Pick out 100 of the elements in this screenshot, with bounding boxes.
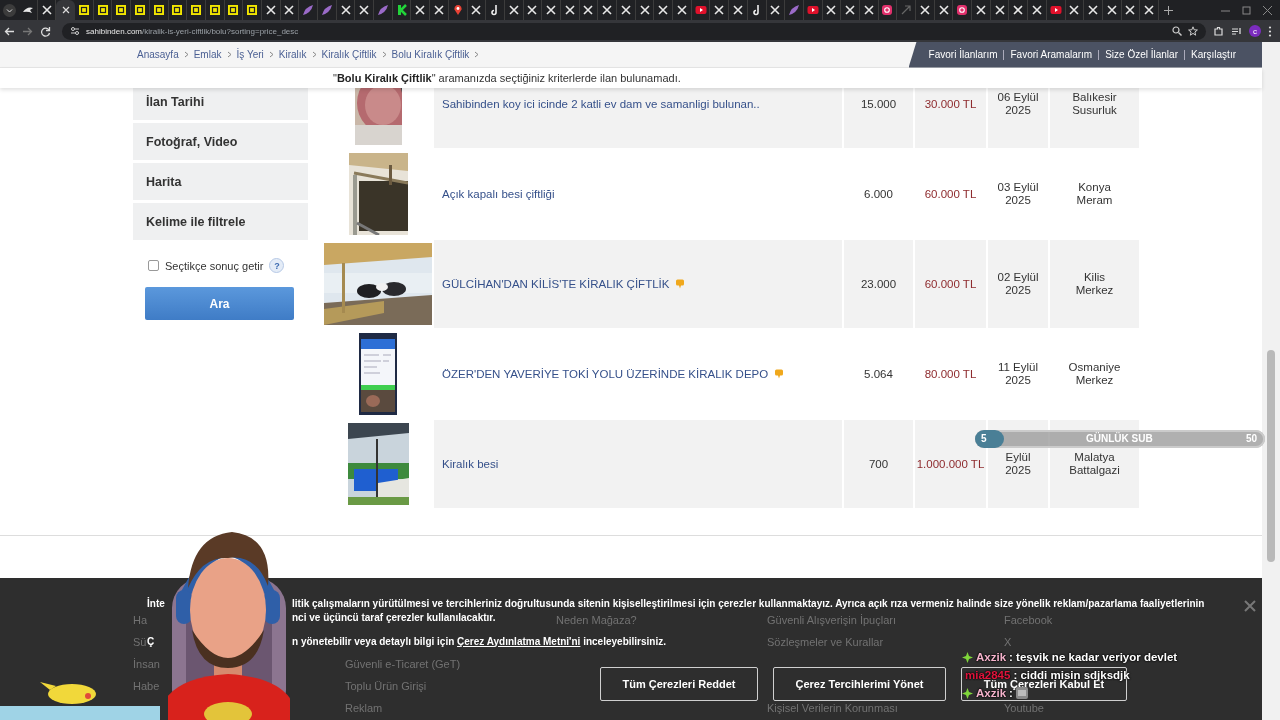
breadcrumb-link[interactable]: İş Yeri [236,49,264,60]
breadcrumb-link[interactable]: Emlak [193,49,222,60]
year-text: 2025 [1004,104,1032,117]
checkbox-label[interactable]: Seçtikçe sonuç getir [165,259,264,272]
date-text: Eylül [1004,451,1032,464]
menu-icon[interactable] [1268,25,1272,37]
browser-tab[interactable] [56,0,76,20]
tile-icon [227,4,240,16]
cookie-button[interactable]: Çerez Tercihlerimi Yönet [773,667,946,701]
district-text: Merkez [1074,284,1115,297]
zoom-icon[interactable] [1172,26,1182,36]
district-text: Battalgazi [1068,464,1121,477]
play-icon [806,4,819,16]
breadcrumb-link[interactable]: Kiralık Çiftlik [321,49,377,60]
date-text: 03 Eylül [996,181,1040,194]
nav-link[interactable]: Karşılaştır [1184,49,1242,60]
listing-title[interactable]: Kiralık besi [442,458,499,470]
cross-icon [1012,4,1025,16]
cross-icon [825,4,838,16]
cross-icon [675,4,688,16]
sub-count: 5 [981,433,987,444]
date-text: 06 Eylül [996,91,1040,104]
nav-link[interactable]: Favori Aramalarım [1003,49,1099,60]
scrollbar-thumb[interactable] [1267,350,1275,562]
play-icon [1049,4,1062,16]
listing-title[interactable]: Sahibinden koy ici icinde 2 katli ev dam ve samanligi bulunan.. [442,98,760,110]
listing-title[interactable]: Açık kapalı besi çiftliği [442,188,555,200]
listing-title[interactable]: ÖZER'DEN YAVERİYE TOKİ YOLU ÜZERİNDE KİRALIK DEPO [442,368,769,380]
city-text: Osmaniye [1067,361,1122,374]
breadcrumb-link[interactable]: Anasayfa [137,49,179,60]
table-cell: 23.000 [843,239,914,329]
year-text: 2025 [1004,194,1032,207]
district-text: Susurluk [1071,104,1118,117]
cross-icon [769,4,782,16]
city-text: Konya [1077,181,1112,194]
cookie-button[interactable]: Tüm Çerezleri Reddet [600,667,758,701]
address-bar[interactable]: sahibinden.com/kiralik-is-yeri-ciftlik/bolu?sorting=price_desc [62,22,1206,40]
reload-icon[interactable] [40,25,51,37]
filter-section[interactable]: Harita [133,163,308,200]
cross-icon [657,4,670,16]
close-icon[interactable] [1263,5,1272,15]
chevron-icon [474,51,480,58]
filter-section[interactable]: İlan Tarihi [133,88,308,120]
tile-icon [208,4,221,16]
back-icon[interactable] [4,25,15,37]
profile-avatar[interactable]: c [1249,25,1261,37]
cross-icon [432,4,445,16]
cross-icon [507,4,520,16]
cross-icon [862,4,875,16]
help-badge[interactable]: ? [269,258,285,273]
chat-username: mia2845 [965,669,1011,681]
table-cell: 700 [843,419,914,509]
camera-icon [956,4,969,16]
site-info-icon[interactable] [70,26,80,36]
chevron-icon [183,51,189,58]
cross-icon [264,4,277,16]
cross-icon [937,4,950,16]
cross-icon [1143,4,1156,16]
forward-icon[interactable] [22,25,33,37]
cross-icon [40,4,53,16]
nav-link[interactable]: Size Özel İlanlar [1098,49,1184,60]
cross-icon [1030,4,1043,16]
maximize-icon[interactable] [1242,5,1251,15]
media-icon[interactable] [1231,25,1242,37]
nav-link[interactable]: Favori İlanlarım [922,49,1004,60]
camera-icon [881,4,894,16]
extension-icon[interactable] [1213,25,1224,37]
cookie-text: İnte [147,597,165,609]
city-text: Balıkesir [1071,91,1118,104]
search-button[interactable]: Ara [145,287,294,320]
filter-section[interactable]: Kelime ile filtrele [133,203,308,240]
city-text: Malatya [1073,451,1116,464]
policy-link[interactable]: Çerez Aydınlatma Metni'ni [457,635,581,647]
breadcrumb-link[interactable]: Bolu Kiralık Çiftlik [391,49,470,60]
cross-icon [339,4,352,16]
filter-section[interactable]: Fotoğraf, Video [133,123,308,160]
breadcrumb-link[interactable]: Kiralık [278,49,307,60]
star-icon[interactable] [1188,26,1198,36]
pin-icon [451,4,464,16]
cookie-text: litik çalışmaların yürütülmesi ve tercihleriniz doğrultusunda sitenin kişiselleştirilmesi için çerezler kullanmaktayız. Ayrıca açık rıza vermeniz halinde size yönelik reklam/pazarlama faaliyetlerinin [292,597,1205,609]
dropdown-icon[interactable] [3,3,16,17]
cross-icon [283,4,296,16]
plus-icon[interactable] [1163,5,1173,15]
district-text: Merkez [1074,374,1115,387]
chat-message: : [1009,687,1013,699]
feather-icon [320,4,333,16]
price-cell: 30.000 TL [914,88,987,149]
year-text: 2025 [1004,374,1032,387]
checkbox[interactable] [148,260,159,271]
cookie-text: n yönetebilir veya detaylı bilgi için Çerez Aydınlatma Metni'ni inceleyebilirsiniz. [292,635,666,647]
cross-icon [545,4,558,16]
cross-icon [638,4,651,16]
tile-icon [152,4,165,16]
chat-message: : teşvik ne kadar veriyor devlet [1009,651,1178,663]
chevron-icon [226,51,232,58]
cross-icon [358,4,371,16]
cross-icon [731,4,744,16]
listing-title[interactable]: GÜLCİHAN'DAN KİLİS'TE KİRALIK ÇİFTLİK [442,278,670,290]
chat-username: Axzik [976,651,1007,663]
tile-icon [96,4,109,16]
